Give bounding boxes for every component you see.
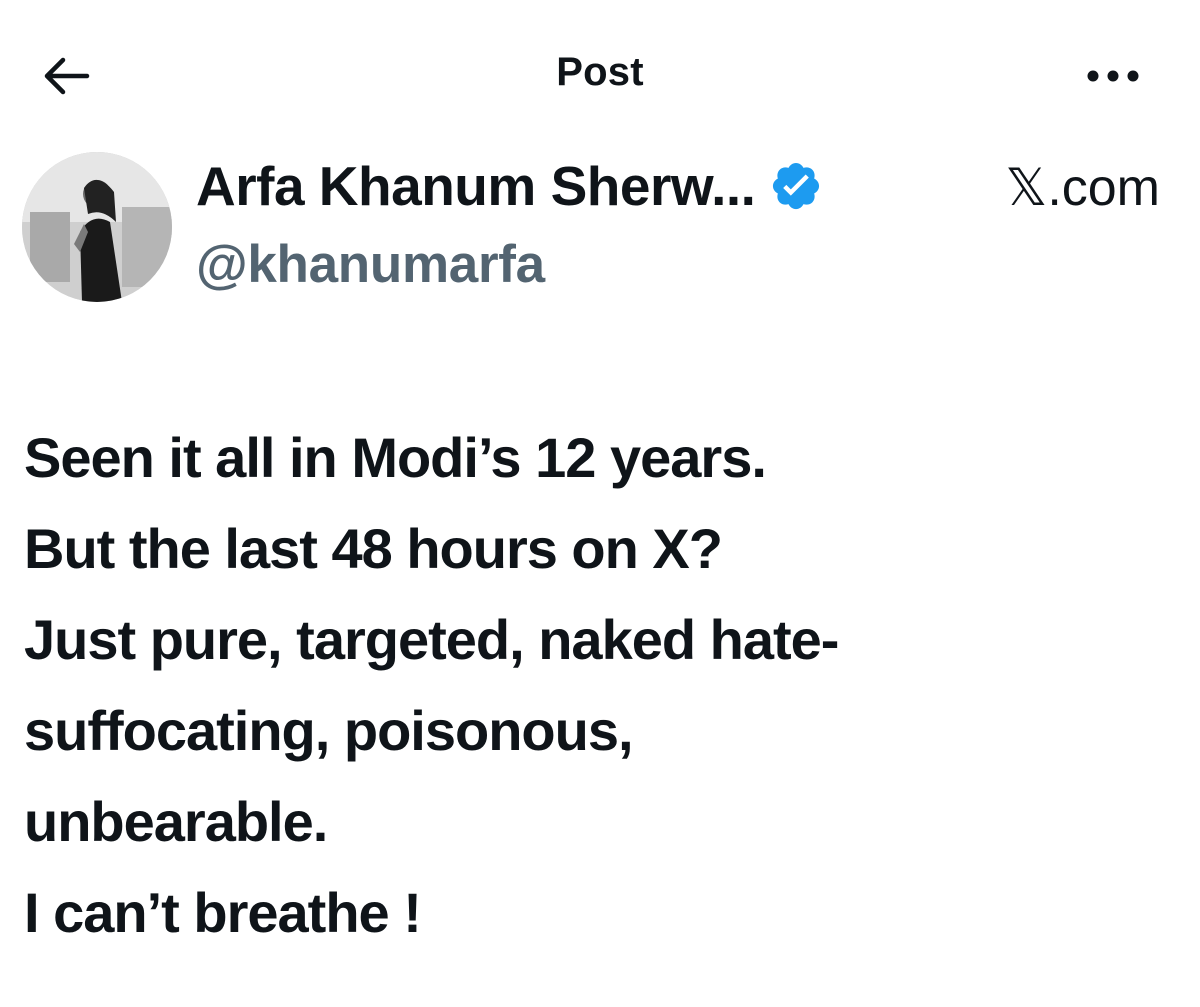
post-line: But the last 48 hours on X? [24,517,723,580]
display-name-row: Arfa Khanum Sherw... [196,154,823,218]
post-line: unbearable. [24,790,328,853]
brand-label: 𝕏.com [1005,159,1160,217]
user-handle[interactable]: @khanumarfa [196,234,545,295]
post-screen: Post Arfa Khanum Sherw... @khanumarfa 𝕏.… [0,0,1200,1007]
top-bar: Post [0,0,1200,150]
post-line: I can’t breathe ! [24,881,422,944]
post-text: Seen it all in Modi’s 12 years. But the … [24,412,1164,958]
avatar[interactable] [22,152,172,302]
post-line: Just pure, targeted, naked hate- [24,608,839,671]
post-line: Seen it all in Modi’s 12 years. [24,426,767,489]
more-options-button[interactable] [1078,56,1148,96]
more-horizontal-icon [1087,70,1139,82]
verified-badge-icon [769,159,823,213]
display-name[interactable]: Arfa Khanum Sherw... [196,154,756,218]
post-line: suffocating, poisonous, [24,699,634,762]
profile-photo [22,152,172,302]
page-title: Post [556,50,644,94]
author-header: Arfa Khanum Sherw... @khanumarfa 𝕏.com [22,150,1182,310]
